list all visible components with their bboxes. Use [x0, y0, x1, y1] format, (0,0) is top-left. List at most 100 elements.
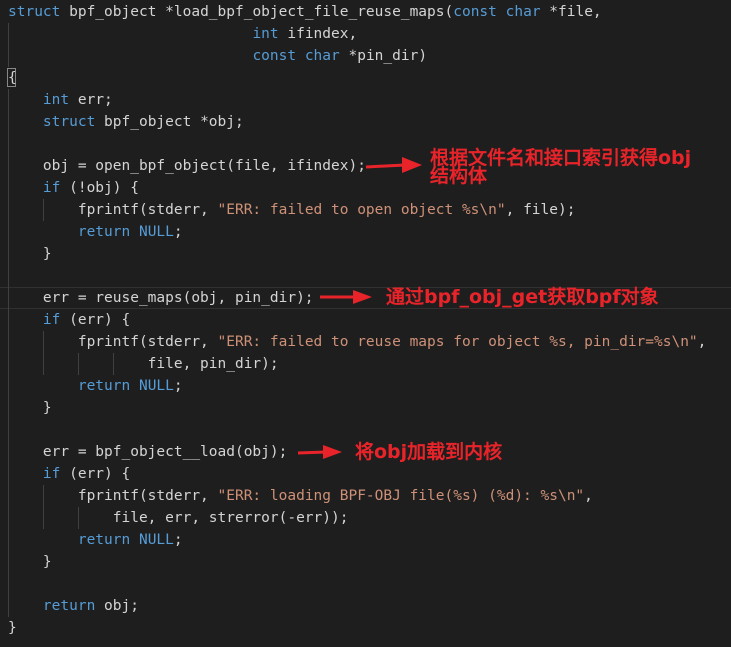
code-token: bpf_object *obj;	[95, 114, 244, 130]
keyword-token: if	[42, 312, 61, 328]
code-line: const char *pin_dir)	[8, 45, 427, 67]
code-line: file, pin_dir);	[8, 353, 279, 375]
code-line: }	[8, 617, 17, 639]
code-token: ,	[584, 488, 593, 504]
indent-guide	[8, 265, 9, 287]
keyword-token: int	[42, 92, 70, 108]
indent-guide	[8, 573, 9, 595]
code-token: }	[8, 400, 52, 416]
code-line: fprintf(stderr, "ERR: failed to reuse ma…	[8, 331, 707, 353]
string-token: "ERR: failed to reuse maps for object %s…	[217, 334, 698, 350]
code-token: ifindex,	[278, 26, 358, 42]
code-token: , file);	[505, 202, 576, 218]
code-line: return NULL;	[8, 221, 183, 243]
code-token: fprintf(stderr,	[8, 202, 218, 218]
code-token: (err) {	[60, 312, 131, 328]
string-token: "ERR: failed to open object %s\n"	[217, 202, 506, 218]
code-token: }	[8, 620, 17, 636]
code-token: file, pin_dir);	[8, 356, 279, 372]
code-token: obj;	[95, 598, 139, 614]
annotation-open-object: 根据文件名和接口索引获得obj 结构体	[430, 147, 691, 187]
code-line: }	[8, 243, 52, 265]
annotation-reuse-maps: 通过bpf_obj_get获取bpf对象	[386, 286, 659, 308]
code-line: fprintf(stderr, "ERR: loading BPF-OBJ fi…	[8, 485, 593, 507]
code-line: return obj;	[8, 595, 139, 617]
code-token: }	[8, 246, 52, 262]
code-line: fprintf(stderr, "ERR: failed to open obj…	[8, 199, 576, 221]
keyword-token: char	[304, 48, 340, 64]
code-token: ;	[173, 224, 183, 240]
code-line: if (!obj) {	[8, 177, 139, 199]
keyword-token: NULL	[138, 378, 174, 394]
code-line: err = reuse_maps(obj, pin_dir);	[8, 287, 314, 309]
code-line: int err;	[8, 89, 113, 111]
code-line: struct bpf_object *obj;	[8, 111, 244, 133]
annotation-load: 将obj加载到内核	[355, 441, 502, 463]
code-token: {	[8, 70, 17, 86]
keyword-token: return	[77, 378, 131, 394]
code-line: if (err) {	[8, 309, 130, 331]
code-token: err = reuse_maps(obj, pin_dir);	[8, 290, 314, 306]
code-token: err = bpf_object__load(obj);	[8, 444, 288, 460]
code-token: fprintf(stderr,	[8, 488, 218, 504]
code-token: err;	[69, 92, 113, 108]
code-token: *pin_dir)	[339, 48, 428, 64]
code-token: }	[8, 554, 52, 570]
annotation-text: 通过bpf_obj_get获取bpf对象	[386, 286, 659, 308]
code-token: (!obj) {	[60, 180, 139, 196]
keyword-token: NULL	[138, 224, 174, 240]
annotation-text: 将obj加载到内核	[355, 441, 503, 463]
code-editor[interactable]: struct bpf_object *load_bpf_object_file_…	[0, 0, 731, 647]
code-line: int ifindex,	[8, 23, 357, 45]
code-line: {	[8, 67, 17, 89]
code-token: bpf_object *load_bpf_object_file_reuse_m…	[60, 4, 454, 20]
indent-guide	[8, 133, 9, 155]
string-token: "ERR: loading BPF-OBJ file(%s) (%d): %s\…	[217, 488, 585, 504]
keyword-token: char	[505, 4, 541, 20]
code-token: fprintf(stderr,	[8, 334, 218, 350]
indent-guide	[8, 419, 9, 441]
keyword-token: const	[252, 48, 297, 64]
code-line: if (err) {	[8, 463, 130, 485]
keyword-token: int	[252, 26, 279, 42]
code-line: return NULL;	[8, 375, 183, 397]
keyword-token: struct	[8, 4, 61, 20]
code-line: }	[8, 551, 52, 573]
keyword-token: NULL	[138, 532, 174, 548]
code-line: err = bpf_object__load(obj);	[8, 441, 287, 463]
keyword-token: struct	[42, 114, 96, 130]
code-line: file, err, strerror(-err));	[8, 507, 349, 529]
code-line: obj = open_bpf_object(file, ifindex);	[8, 155, 366, 177]
code-token: ;	[173, 532, 183, 548]
code-line: }	[8, 397, 52, 419]
code-token: ,	[697, 334, 707, 350]
code-token: *file,	[540, 4, 602, 20]
keyword-token: return	[77, 532, 131, 548]
keyword-token: return	[42, 598, 96, 614]
code-token: file, err, strerror(-err));	[8, 510, 349, 526]
arrow-icon	[297, 445, 342, 459]
keyword-token: return	[77, 224, 131, 240]
keyword-token: if	[42, 180, 61, 196]
code-token: ;	[173, 378, 183, 394]
code-token: obj = open_bpf_object(file, ifindex);	[8, 158, 366, 174]
code-token: (err) {	[60, 466, 131, 482]
keyword-token: if	[42, 466, 61, 482]
keyword-token: const	[453, 4, 497, 20]
